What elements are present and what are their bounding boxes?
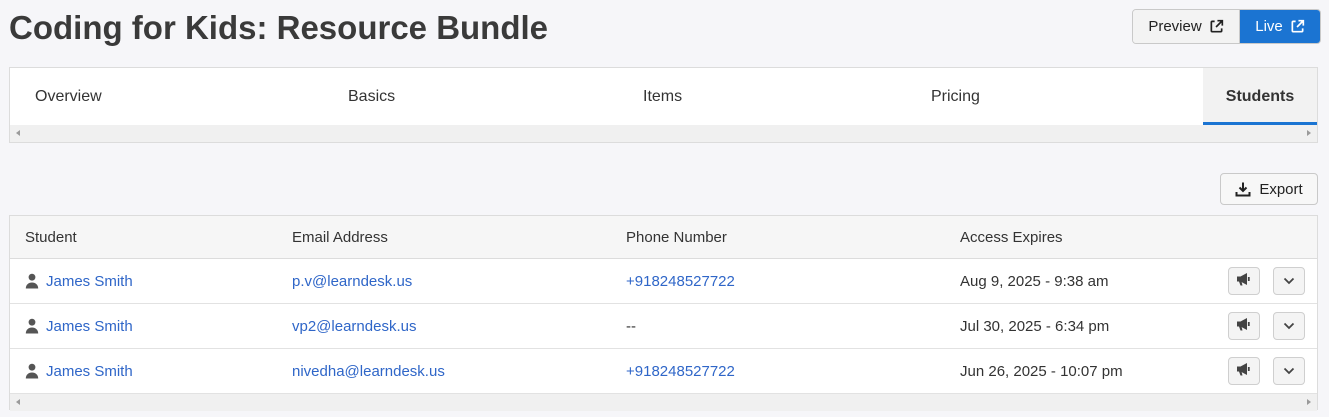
phone-link[interactable]: +918248527722 [626,349,735,394]
students-table: Student Email Address Phone Number Acces… [9,215,1318,411]
user-icon [25,363,39,379]
preview-button[interactable]: Preview [1133,10,1240,43]
megaphone-icon [1236,362,1252,381]
user-icon [25,273,39,289]
tab-label: Items [643,88,683,105]
scroll-right-arrow[interactable] [1307,130,1311,136]
tab-label: Pricing [931,88,980,105]
megaphone-icon [1236,317,1252,336]
column-header-phone: Phone Number [626,229,727,246]
email-link[interactable]: nivedha@learndesk.us [292,349,445,394]
access-expires-value: Jul 30, 2025 - 6:34 pm [960,318,1110,335]
user-icon [25,318,39,334]
email-link[interactable]: vp2@learndesk.us [292,304,416,349]
tab-pricing[interactable]: Pricing [931,68,980,125]
announce-button[interactable] [1228,312,1260,340]
tab-bar: Overview Basics Items Pricing Students [9,67,1318,143]
table-header: Student Email Address Phone Number Acces… [10,216,1317,259]
email-link[interactable]: p.v@learndesk.us [292,259,412,304]
table-scrollbar[interactable] [10,394,1317,411]
tab-label: Basics [348,88,396,105]
table-row: James Smith p.v@learndesk.us +9182485277… [10,259,1317,304]
chevron-down-icon [1283,362,1295,380]
tab-basics[interactable]: Basics [348,68,395,125]
row-expand-button[interactable] [1273,312,1305,340]
download-icon [1235,181,1251,197]
announce-button[interactable] [1228,267,1260,295]
access-expires-value: Aug 9, 2025 - 9:38 am [960,273,1109,290]
external-link-icon [1290,19,1305,34]
phone-link[interactable]: +918248527722 [626,259,735,304]
scroll-left-arrow[interactable] [16,130,20,136]
chevron-down-icon [1283,272,1295,290]
table-row: James Smith vp2@learndesk.us -- Jul 30, … [10,304,1317,349]
tab-items[interactable]: Items [643,68,682,125]
chevron-down-icon [1283,317,1295,335]
megaphone-icon [1236,272,1252,291]
export-button-label: Export [1259,180,1303,198]
live-button[interactable]: Live [1240,10,1320,43]
student-name-link[interactable]: James Smith [46,349,133,394]
tab-students[interactable]: Students [1203,68,1317,125]
tab-label: Overview [35,88,102,105]
table-row: James Smith nivedha@learndesk.us +918248… [10,349,1317,394]
tabs-scrollbar[interactable] [10,125,1317,142]
scroll-left-arrow[interactable] [16,399,20,405]
view-button-group: Preview Live [1132,9,1321,44]
external-link-icon [1209,19,1224,34]
announce-button[interactable] [1228,357,1260,385]
phone-value: -- [626,318,636,335]
tab-label: Students [1225,88,1295,105]
tab-overview[interactable]: Overview [35,68,102,125]
row-expand-button[interactable] [1273,267,1305,295]
preview-button-label: Preview [1148,18,1202,35]
scroll-right-arrow[interactable] [1307,399,1311,405]
column-header-student: Student [25,229,77,246]
live-button-label: Live [1255,18,1283,35]
student-name-link[interactable]: James Smith [46,259,133,304]
page-title: Coding for Kids: Resource Bundle [9,9,549,46]
column-header-email: Email Address [292,229,388,246]
export-button[interactable]: Export [1220,173,1318,205]
column-header-access-expires: Access Expires [960,229,1063,246]
row-expand-button[interactable] [1273,357,1305,385]
access-expires-value: Jun 26, 2025 - 10:07 pm [960,363,1123,380]
student-name-link[interactable]: James Smith [46,304,133,349]
